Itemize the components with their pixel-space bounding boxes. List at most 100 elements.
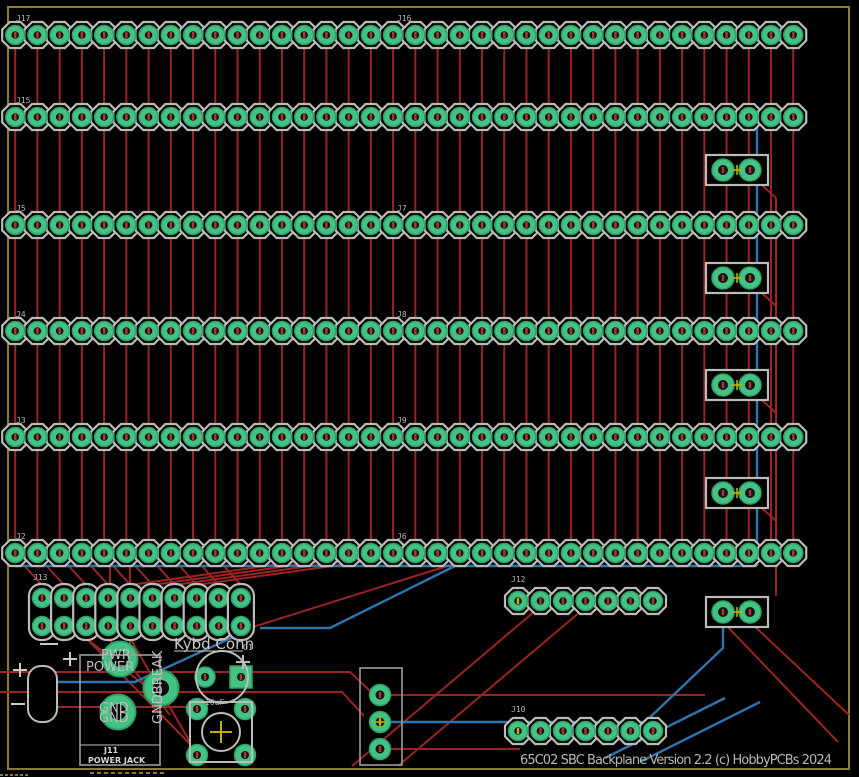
pcb-board-view[interactable]: J17J16J15J5J7J4J8J3J9J2J6J13J12J10 Kybd …: [0, 0, 859, 777]
drill-mark: [607, 728, 609, 734]
drill-mark: [614, 434, 616, 440]
drill-mark: [125, 222, 127, 228]
drill-mark: [652, 728, 654, 734]
drill-mark: [722, 490, 724, 496]
drill-mark: [151, 595, 153, 601]
drill-mark: [770, 550, 772, 556]
drill-mark: [548, 114, 550, 120]
drill-mark: [370, 550, 372, 556]
drill-mark: [459, 550, 461, 556]
drill-mark: [103, 550, 105, 556]
drill-mark: [703, 328, 705, 334]
drill-mark: [748, 32, 750, 38]
bus-header-J5[interactable]: [2, 212, 806, 238]
drill-mark: [325, 550, 327, 556]
drill-mark: [214, 222, 216, 228]
board-copyright-text: 65C02 SBC Backplane Version 2.2 (c) Hobb…: [520, 753, 832, 768]
drill-mark: [347, 114, 349, 120]
jumper-4[interactable]: [706, 478, 768, 508]
drill-mark: [129, 623, 131, 629]
drill-mark: [151, 623, 153, 629]
drill-mark: [192, 114, 194, 120]
bus-header-J2[interactable]: [2, 540, 806, 566]
drill-mark: [103, 222, 105, 228]
drill-mark: [548, 32, 550, 38]
drill-mark: [539, 598, 541, 604]
bus-header-J4[interactable]: [2, 318, 806, 344]
drill-mark: [36, 550, 38, 556]
drill-mark: [548, 550, 550, 556]
drill-mark: [562, 728, 564, 734]
drill-mark: [370, 222, 372, 228]
drill-mark: [725, 434, 727, 440]
drill-mark: [614, 328, 616, 334]
aux-header-J12[interactable]: [505, 588, 666, 614]
pcb-editor-canvas: J17J16J15J5J7J4J8J3J9J2J6J13J12J10 Kybd …: [0, 0, 859, 777]
drill-mark: [63, 623, 65, 629]
jumper-1[interactable]: [706, 155, 768, 185]
drill-mark: [347, 222, 349, 228]
gndbreak-label: GNDBREAK: [151, 650, 166, 724]
ref-label: J9: [397, 416, 407, 425]
drill-mark: [36, 434, 38, 440]
drill-mark: [325, 32, 327, 38]
drill-mark: [107, 623, 109, 629]
bus-header-J3[interactable]: [2, 424, 806, 450]
drill-mark: [392, 550, 394, 556]
drill-mark: [722, 167, 724, 173]
jumper-2[interactable]: [706, 263, 768, 293]
drill-mark: [218, 595, 220, 601]
drill-mark: [236, 32, 238, 38]
drill-mark: [525, 222, 527, 228]
drill-mark: [636, 434, 638, 440]
drill-mark: [41, 623, 43, 629]
drill-mark: [240, 595, 242, 601]
drill-mark: [539, 728, 541, 734]
drill-mark: [614, 114, 616, 120]
drill-mark: [749, 382, 751, 388]
drill-mark: [414, 550, 416, 556]
drill-mark: [259, 32, 261, 38]
drill-mark: [414, 434, 416, 440]
drill-mark: [748, 550, 750, 556]
ref-label: J8: [397, 310, 407, 319]
drill-mark: [58, 550, 60, 556]
drill-mark: [481, 434, 483, 440]
drill-mark: [725, 222, 727, 228]
drill-mark: [525, 114, 527, 120]
power-jack-ref: J11: [103, 746, 119, 755]
drill-mark: [436, 114, 438, 120]
drill-mark: [703, 550, 705, 556]
drill-mark: [214, 114, 216, 120]
drill-mark: [636, 222, 638, 228]
drill-mark: [629, 598, 631, 604]
bus-header-J17[interactable]: [2, 22, 806, 48]
drill-mark: [681, 32, 683, 38]
drill-mark: [570, 434, 572, 440]
drill-mark: [436, 32, 438, 38]
bus-header-J15[interactable]: [2, 104, 806, 130]
trace[interactable]: [723, 622, 838, 742]
drill-mark: [125, 550, 127, 556]
drill-mark: [236, 328, 238, 334]
jumper-5[interactable]: [706, 597, 768, 627]
drill-mark: [503, 222, 505, 228]
drill-mark: [196, 623, 198, 629]
drill-mark: [703, 222, 705, 228]
jumper-3[interactable]: [706, 370, 768, 400]
drill-mark: [722, 275, 724, 281]
drill-mark: [592, 32, 594, 38]
drill-mark: [147, 434, 149, 440]
drill-mark: [592, 222, 594, 228]
drill-mark: [240, 623, 242, 629]
power-input-connector[interactable]: [28, 666, 57, 722]
drill-mark: [325, 114, 327, 120]
drill-mark: [281, 434, 283, 440]
trace[interactable]: [390, 620, 723, 722]
ref-label: J12: [511, 575, 526, 584]
gnd-label-2: GND: [99, 711, 129, 726]
ref-label: J17: [16, 14, 31, 23]
drill-mark: [173, 595, 175, 601]
trace[interactable]: [260, 566, 455, 628]
drill-mark: [14, 222, 16, 228]
